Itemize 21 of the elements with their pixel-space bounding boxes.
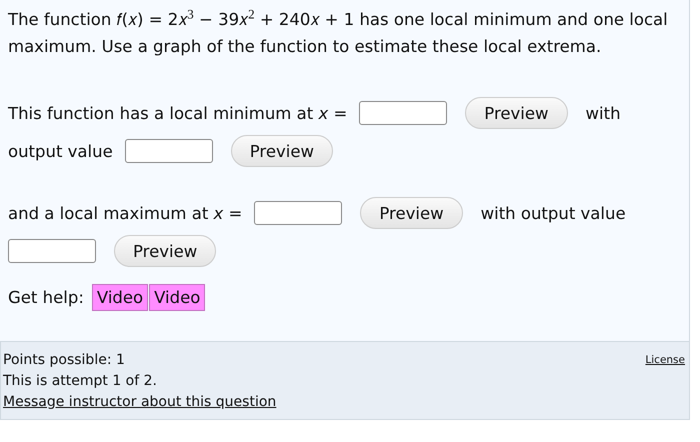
prompt-text: with output value — [480, 204, 626, 222]
answer-field[interactable] — [124, 139, 213, 163]
preview-button[interactable]: Preview — [360, 197, 463, 229]
message-instructor-link[interactable]: Message instructor about this question — [3, 392, 276, 413]
prompt-text: This function has a local minimum at x = — [8, 104, 348, 122]
points-text: Points possible: 1 — [3, 351, 126, 370]
answer-field[interactable] — [254, 201, 342, 225]
prompt-text: and a local maximum at x = — [8, 204, 242, 222]
prompt-text: with — [586, 104, 621, 122]
attempt-text: This is attempt 1 of 2. — [3, 372, 158, 391]
preview-button[interactable]: Preview — [230, 135, 333, 167]
help-label: Get help: — [8, 288, 84, 307]
video-button[interactable]: Video — [92, 284, 148, 311]
answer-field[interactable] — [8, 239, 96, 263]
answer-field[interactable] — [359, 101, 448, 125]
video-button[interactable]: Video — [149, 284, 206, 311]
prompt-text: output value — [8, 142, 113, 160]
preview-button[interactable]: Preview — [114, 235, 216, 267]
license-link[interactable]: License — [645, 350, 685, 371]
preview-button[interactable]: Preview — [465, 97, 568, 129]
question-text: The function 𝑓(𝑥) = 2𝑥$^{3}$ − 39𝑥$^{2}$ + 240𝑥 + 1 has one local minimum and one local maximum. Use a graph of the function to estimate these local extrema. — [8, 6, 669, 58]
